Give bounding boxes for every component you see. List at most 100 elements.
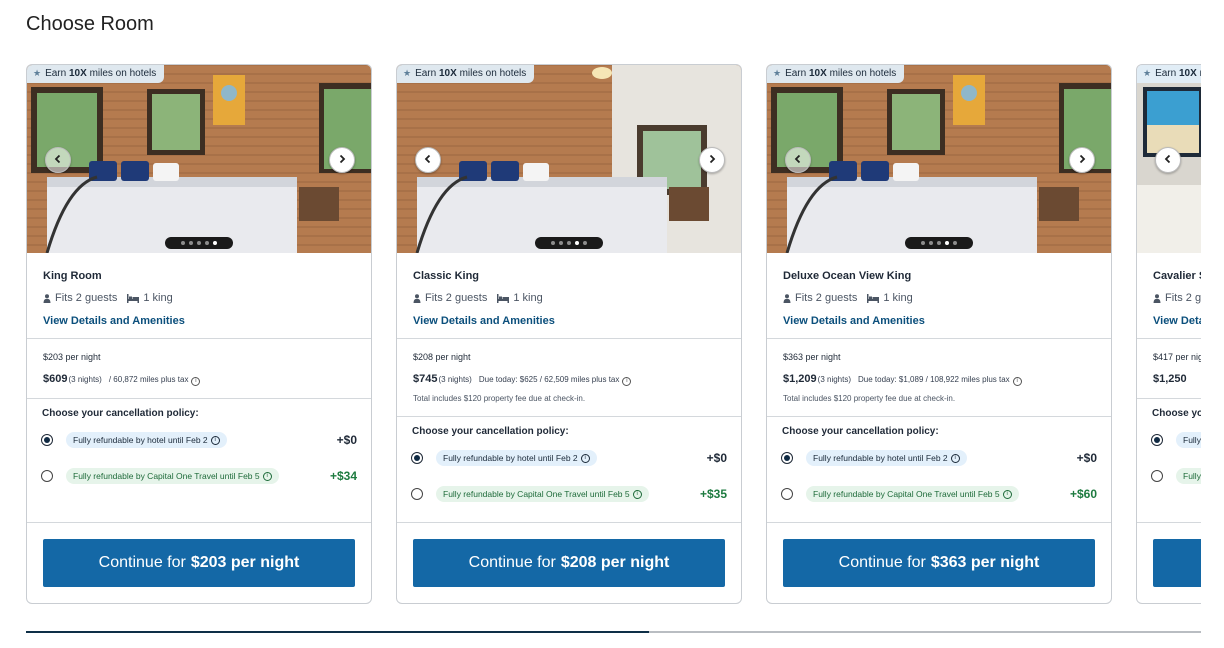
miles-badge: ★Earn 10X miles on hotels: [767, 65, 905, 83]
photo-dot[interactable]: [551, 241, 555, 245]
total-price: $745 (3 nights) Due today: $625 / 62,509 m…: [413, 373, 632, 386]
carousel-scrollbar[interactable]: [26, 631, 1201, 633]
info-icon[interactable]: i: [262, 471, 272, 481]
room-occupancy: Fits 2 guests 1 king: [43, 292, 173, 304]
policy-price: +$0: [706, 451, 727, 465]
carousel-scrollbar-thumb[interactable]: [26, 631, 649, 633]
room-card: ★Earn 10X miles on hotels Cavalier S Fits …: [1136, 64, 1201, 604]
radio-button[interactable]: [41, 470, 53, 482]
chevron-left-icon: [1163, 151, 1173, 169]
continue-button[interactable]: [1153, 539, 1201, 587]
cancellation-option[interactable]: Fully refundable by Capital One Travel u…: [411, 484, 727, 504]
radio-button[interactable]: [781, 488, 793, 500]
total-amount: $609: [43, 373, 68, 385]
continue-label: Continue for: [468, 554, 556, 571]
info-icon[interactable]: i: [580, 453, 590, 463]
previous-photo-button[interactable]: [415, 147, 441, 173]
photo-dot[interactable]: [567, 241, 571, 245]
photo-dot[interactable]: [189, 241, 193, 245]
policy-label: Fully refundable by Capital One Travel u…: [813, 489, 1000, 499]
room-photo: [397, 65, 741, 253]
nightly-price: $417 per night: [1153, 352, 1201, 362]
cancellation-option[interactable]: Fully refundable by hotel until Feb 2 i +$…: [781, 448, 1097, 468]
continue-button[interactable]: Continue for $208 per night: [413, 539, 725, 587]
cancellation-option[interactable]: Fully: [1151, 430, 1201, 450]
view-details-link[interactable]: View Details and Amenities: [43, 315, 185, 327]
next-photo-button[interactable]: [1069, 147, 1095, 173]
radio-button[interactable]: [411, 452, 423, 464]
view-details-link[interactable]: View Details and Amenities: [413, 315, 555, 327]
cancellation-option[interactable]: Fully refundable by hotel until Feb 2 i +$…: [411, 448, 727, 468]
radio-button[interactable]: [781, 452, 793, 464]
cancellation-policy-heading: Choose your cancellation policy:: [412, 426, 569, 437]
miles-badge: ★Earn 10X miles on hotels: [1137, 65, 1201, 83]
view-details-link[interactable]: View Deta: [1153, 315, 1201, 327]
info-icon[interactable]: i: [632, 489, 642, 499]
property-fee-note: Total includes $120 property fee due at …: [413, 394, 586, 403]
continue-price: $208 per night: [560, 554, 670, 571]
hotel-refund-pill: Fully refundable by hotel until Feb 2i: [436, 450, 597, 466]
divider: [397, 522, 741, 523]
person-icon: [783, 293, 791, 303]
photo-dot[interactable]: [213, 241, 217, 245]
radio-button[interactable]: [41, 434, 53, 446]
previous-photo-button[interactable]: [45, 147, 71, 173]
continue-button[interactable]: Continue for $203 per night: [43, 539, 355, 587]
photo-dot[interactable]: [575, 241, 579, 245]
policy-label: Fully: [1183, 471, 1201, 481]
info-icon[interactable]: i: [191, 376, 201, 386]
total-price: $1,209 (3 nights) Due today: $1,089 / 108,…: [783, 373, 1022, 386]
photo-dot[interactable]: [945, 241, 949, 245]
chevron-right-icon: [337, 151, 347, 169]
divider: [27, 398, 371, 399]
photo-dot[interactable]: [583, 241, 587, 245]
view-details-link[interactable]: View Details and Amenities: [783, 315, 925, 327]
previous-photo-button[interactable]: [1155, 147, 1181, 173]
next-photo-button[interactable]: [329, 147, 355, 173]
info-icon[interactable]: i: [1012, 376, 1022, 386]
info-icon[interactable]: i: [622, 376, 632, 386]
photo-dot[interactable]: [205, 241, 209, 245]
badge-suffix: miles on hotels: [1200, 68, 1201, 79]
continue-label: Continue for: [98, 554, 186, 571]
room-name: Classic King: [413, 270, 480, 282]
info-icon[interactable]: i: [210, 435, 220, 445]
badge-prefix: Earn: [415, 68, 437, 79]
guest-capacity: Fits 2 g: [1165, 292, 1201, 304]
photo-dot[interactable]: [559, 241, 563, 245]
radio-button[interactable]: [1151, 470, 1163, 482]
star-icon: ★: [773, 68, 782, 78]
continue-label: Continue for: [838, 554, 926, 571]
hotel-refund-pill: Fully refundable by hotel until Feb 2i: [66, 432, 227, 448]
continue-button[interactable]: Continue for $363 per night: [783, 539, 1095, 587]
photo-dot[interactable]: [953, 241, 957, 245]
cancellation-option[interactable]: Fully refundable by Capital One Travel u…: [41, 466, 357, 486]
photo-dot[interactable]: [197, 241, 201, 245]
room-photo: [27, 65, 371, 253]
radio-button[interactable]: [1151, 434, 1163, 446]
person-icon: [1153, 293, 1161, 303]
photo-dot[interactable]: [921, 241, 925, 245]
info-icon[interactable]: i: [950, 453, 960, 463]
photo-dot[interactable]: [937, 241, 941, 245]
room-carousel: ★ Earn 10X miles on hotels King Room Fits 2…: [26, 64, 1201, 606]
cancellation-option[interactable]: Fully: [1151, 466, 1201, 486]
next-photo-button[interactable]: [699, 147, 725, 173]
nightly-price: $208 per night: [413, 352, 471, 362]
badge-prefix: Earn: [1155, 68, 1177, 79]
divider: [1137, 338, 1201, 339]
photo-dot[interactable]: [181, 241, 185, 245]
capital-one-refund-pill: Fully refundable by Capital One Travel u…: [806, 486, 1019, 502]
cancellation-option[interactable]: Fully refundable by Capital One Travel u…: [781, 484, 1097, 504]
photo-dot[interactable]: [929, 241, 933, 245]
previous-photo-button[interactable]: [785, 147, 811, 173]
badge-suffix: miles on hotels: [459, 68, 527, 79]
info-icon[interactable]: i: [1002, 489, 1012, 499]
nightly-price: $203 per night: [43, 352, 101, 362]
policy-label: Fully refundable by hotel until Feb 2: [73, 435, 208, 445]
radio-button[interactable]: [411, 488, 423, 500]
total-price: $609 (3 nights) / 60,872 miles plus tax i: [43, 373, 201, 386]
cancellation-option[interactable]: Fully refundable by hotel until Feb 2 i +$…: [41, 430, 357, 450]
capital-one-refund-pill: Fully refundable by Capital One Travel u…: [66, 468, 279, 484]
badge-highlight: 10X: [68, 68, 87, 79]
